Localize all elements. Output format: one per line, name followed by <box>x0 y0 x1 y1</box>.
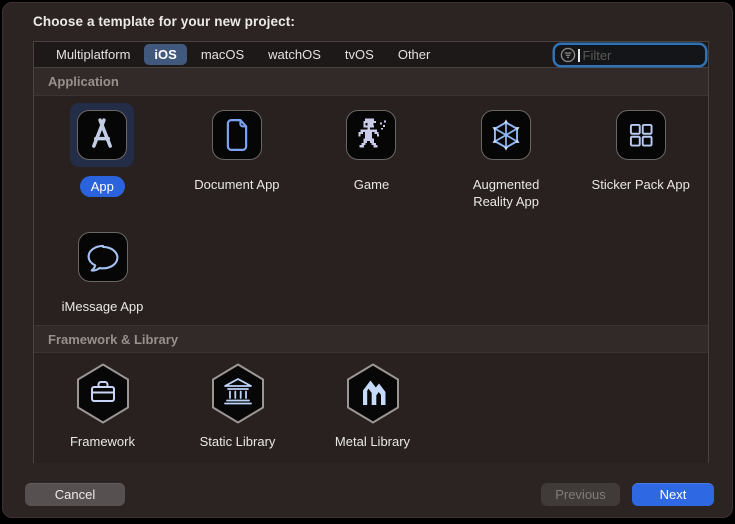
appstore-icon <box>77 110 127 160</box>
template-metal-library[interactable]: Metal Library <box>305 361 440 450</box>
template-sticker-pack-app[interactable]: Sticker Pack App <box>573 103 708 216</box>
sticker-grid-icon <box>616 110 666 160</box>
template-static-library[interactable]: Static Library <box>170 361 305 450</box>
template-label: Static Library <box>200 433 276 450</box>
template-label: Metal Library <box>335 433 410 450</box>
template-imessage-app[interactable]: iMessage App <box>35 225 170 338</box>
ar-cube-icon <box>481 110 531 160</box>
section-title: Application <box>48 74 119 89</box>
cancel-button[interactable]: Cancel <box>25 483 125 506</box>
template-chooser-dialog: Choose a template for your new project: … <box>2 2 733 518</box>
next-button[interactable]: Next <box>632 483 714 506</box>
template-label: Augmented Reality App <box>460 176 552 210</box>
briefcase-hexagon-icon <box>71 361 135 425</box>
screen: Choose a template for your new project: … <box>0 0 735 524</box>
template-label: App <box>80 176 125 197</box>
section-header-framework-library: Framework & Library <box>34 325 708 353</box>
tab-multiplatform[interactable]: Multiplatform <box>46 44 140 65</box>
section-header-application: Application <box>34 68 708 96</box>
template-document-app[interactable]: Document App <box>170 103 305 216</box>
selection-highlight <box>70 103 134 167</box>
previous-button[interactable]: Previous <box>541 483 620 506</box>
template-augmented-reality-app[interactable]: Augmented Reality App <box>439 103 574 216</box>
platform-tabbar: Multiplatform iOS macOS watchOS tvOS Oth… <box>34 42 708 68</box>
document-icon <box>212 110 262 160</box>
template-label: Framework <box>70 433 135 450</box>
framework-grid: Framework <box>34 353 708 463</box>
message-bubble-icon <box>78 232 128 282</box>
tab-macos[interactable]: macOS <box>191 44 254 65</box>
application-grid: App Document App <box>34 96 708 325</box>
dialog-title: Choose a template for your new project: <box>33 14 295 29</box>
template-label: Document App <box>194 176 279 193</box>
tab-other[interactable]: Other <box>388 44 441 65</box>
template-framework[interactable]: Framework <box>35 361 170 450</box>
template-label: Sticker Pack App <box>592 176 690 193</box>
template-label: iMessage App <box>62 298 144 315</box>
tab-watchos[interactable]: watchOS <box>258 44 331 65</box>
template-table: Multiplatform iOS macOS watchOS tvOS Oth… <box>33 41 709 463</box>
metal-hexagon-icon <box>341 361 405 425</box>
filter-icon <box>559 46 577 64</box>
text-caret <box>578 49 580 62</box>
tab-tvos[interactable]: tvOS <box>335 44 384 65</box>
bank-hexagon-icon <box>206 361 270 425</box>
game-sprite-icon <box>346 110 396 160</box>
tab-ios[interactable]: iOS <box>144 44 186 65</box>
filter-input[interactable]: Filter <box>555 45 705 65</box>
filter-placeholder: Filter <box>583 48 612 63</box>
template-app[interactable]: App <box>35 103 170 216</box>
template-label: Game <box>354 176 389 193</box>
template-game[interactable]: Game <box>304 103 439 216</box>
section-title: Framework & Library <box>48 332 178 347</box>
